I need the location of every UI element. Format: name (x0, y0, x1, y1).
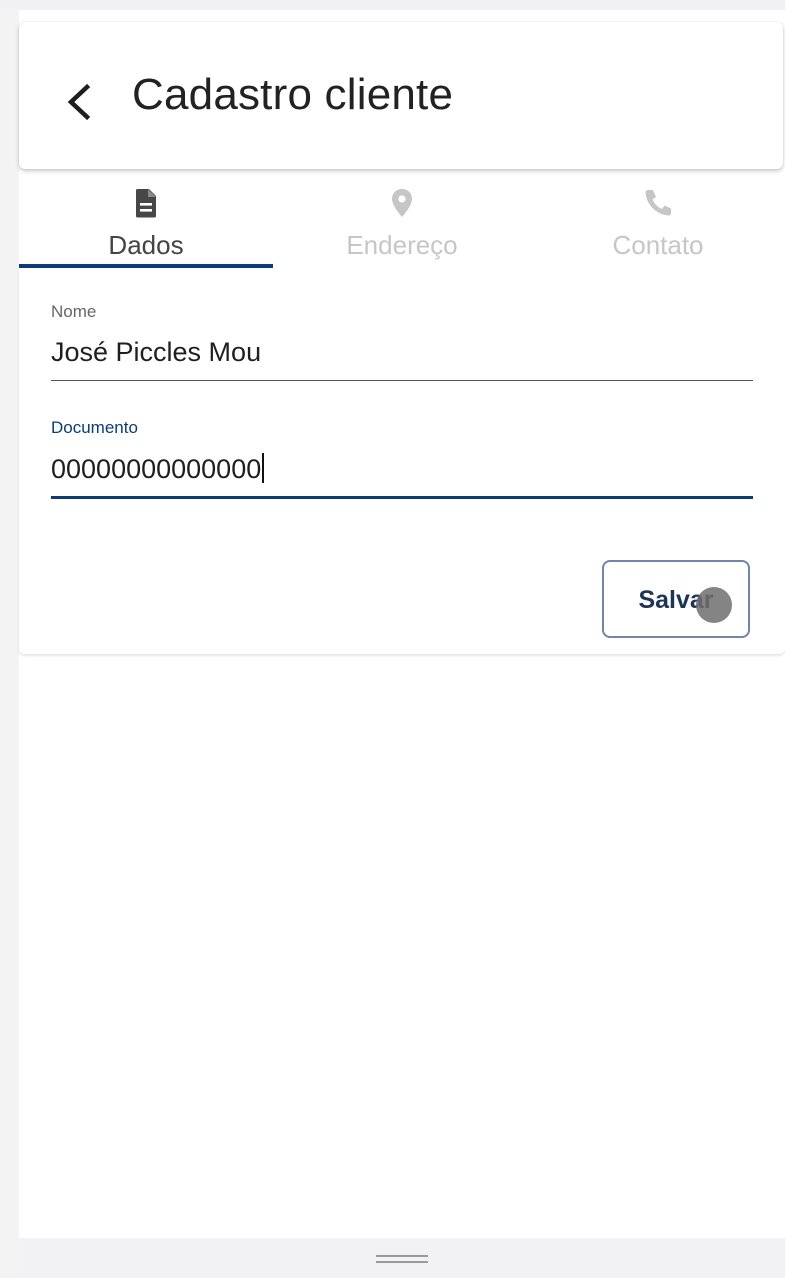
system-nav-bar (19, 1238, 785, 1278)
tab-contato[interactable]: Contato (531, 176, 785, 268)
nome-field[interactable]: Nome José Piccles Mou (51, 302, 753, 382)
nome-underline (51, 380, 753, 381)
active-tab-indicator (19, 264, 273, 268)
nome-label: Nome (51, 302, 97, 321)
documento-input[interactable]: 00000000000000 (51, 453, 265, 485)
back-button[interactable] (59, 78, 99, 126)
tab-label-contato: Contato (612, 230, 704, 260)
tab-dados[interactable]: Dados (19, 176, 273, 268)
tab-label-dados: Dados (108, 230, 184, 260)
touch-indicator (696, 587, 732, 623)
nav-handle-icon[interactable] (376, 1255, 428, 1263)
map-pin-icon (392, 189, 412, 217)
screen-top-edge (0, 0, 785, 10)
documento-underline (51, 496, 753, 499)
chevron-left-icon (67, 83, 91, 121)
screen-left-edge (0, 0, 19, 1278)
page-title: Cadastro cliente (132, 70, 454, 119)
documento-field[interactable]: Documento 00000000000000 (51, 418, 753, 502)
tab-label-endereco: Endereço (346, 230, 458, 260)
client-form: Nome José Piccles Mou Documento 00000000… (19, 270, 785, 654)
nome-input[interactable]: José Piccles Mou (51, 337, 261, 368)
tab-endereco[interactable]: Endereço (275, 176, 529, 268)
documento-value: 00000000000000 (51, 454, 262, 484)
tab-bar: Dados Endereço Contato (19, 176, 785, 271)
document-icon (136, 189, 156, 218)
phone-icon (645, 190, 671, 216)
documento-label: Documento (51, 418, 138, 437)
app-bar: Cadastro cliente (19, 22, 783, 169)
text-cursor (262, 453, 265, 483)
